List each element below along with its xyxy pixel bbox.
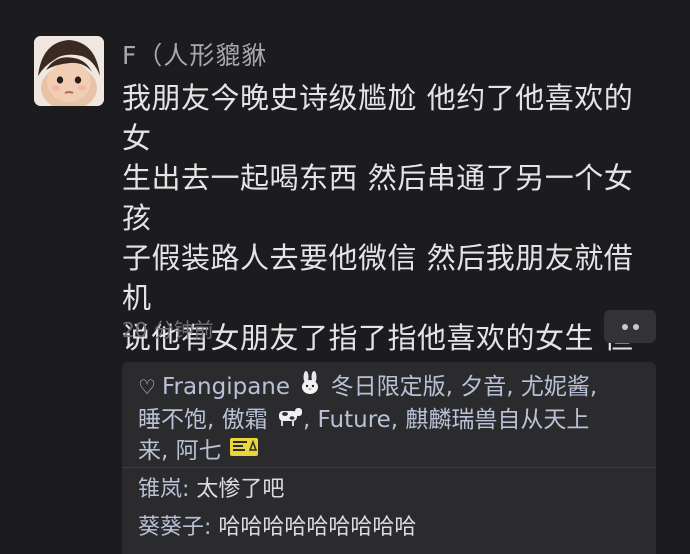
divider (122, 467, 656, 468)
moment-post: F（人形貔貅 我朋友今晚史诗级尴尬 他约了他喜欢的女 生出去一起喝东西 然后串通… (0, 0, 690, 554)
avatar[interactable] (34, 36, 104, 106)
likes-comments-panel: ♡ Frangipane 冬日限定版, 夕音, 尤妮酱, 睡不饱, 傲霜 , F… (122, 362, 656, 554)
likes-list: ♡ Frangipane 冬日限定版, 夕音, 尤妮酱, 睡不饱, 傲霜 , F… (138, 370, 642, 467)
comment-separator: : (182, 477, 197, 502)
more-actions-button[interactable] (604, 310, 656, 343)
liker-names[interactable]: 睡不饱, 傲霜 (138, 407, 268, 433)
child-face-avatar-image (34, 36, 104, 106)
liker-name[interactable]: Frangipane (162, 374, 290, 400)
post-username[interactable]: F（人形貔貅 (122, 36, 267, 72)
comment-text: 哈哈哈哈哈哈哈哈哈 (218, 515, 417, 540)
comment-separator: : (204, 515, 219, 540)
cow-emoji-icon (275, 405, 303, 436)
liker-names[interactable]: , Future, 麒麟瑞兽自从天上 (303, 407, 590, 433)
comment-text: 太惨了吧 (196, 477, 285, 502)
liker-names[interactable]: 来, 阿七 (138, 438, 222, 464)
rabbit-emoji-icon (297, 370, 323, 405)
comment-author[interactable]: 锥岚 (138, 477, 182, 502)
post-timestamp: 20 分钟前 (122, 318, 214, 342)
comment-item[interactable]: 锥岚: 太惨了吧 (138, 475, 284, 505)
sticker-badge-icon (229, 436, 259, 467)
dot-icon (621, 323, 628, 330)
liker-names[interactable]: 冬日限定版, 夕音, 尤妮酱, (323, 374, 598, 400)
comment-author[interactable]: 葵葵子 (138, 515, 204, 540)
heart-outline-icon: ♡ (138, 375, 156, 399)
comment-item[interactable]: 葵葵子: 哈哈哈哈哈哈哈哈哈 (138, 513, 416, 543)
dot-icon (632, 323, 639, 330)
